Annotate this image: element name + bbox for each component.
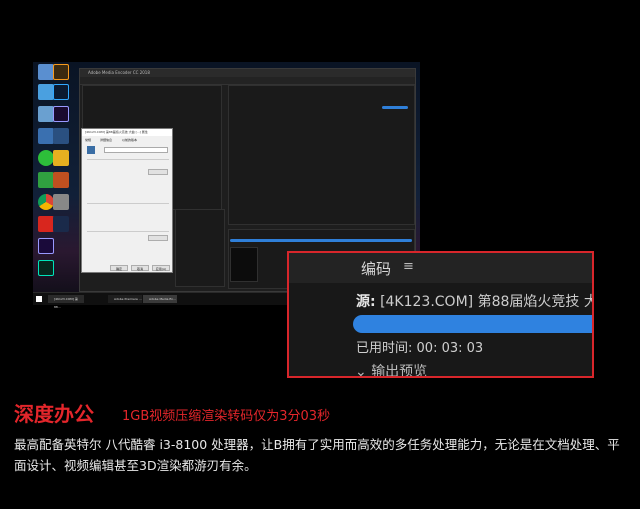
elapsed-label: 已用时间: bbox=[356, 341, 413, 356]
after-effects-icon[interactable] bbox=[38, 238, 54, 254]
encoding-zoom-callout: 编码 ≡ 源: [4K123.COM] 第88届焰火竞技 大曲 已用时间: 00… bbox=[287, 251, 594, 378]
audition-icon[interactable] bbox=[38, 260, 54, 276]
apply-button[interactable]: 应用(A) bbox=[152, 265, 170, 271]
file-type-icon bbox=[87, 146, 95, 154]
desktop-icon-5[interactable] bbox=[53, 128, 69, 144]
tab-general[interactable]: 常规 bbox=[85, 138, 91, 142]
divider bbox=[87, 203, 169, 204]
elapsed-time: 已用时间: 00: 03: 03 bbox=[356, 337, 483, 356]
output-preview-label: 输出预览 bbox=[371, 364, 428, 378]
ok-button[interactable]: 确定 bbox=[110, 265, 128, 271]
taskbar-item-media-encoder[interactable]: Adobe Media En... bbox=[143, 295, 177, 303]
wechat-icon[interactable] bbox=[38, 150, 54, 166]
desktop-icon-10[interactable] bbox=[53, 216, 69, 232]
start-icon[interactable] bbox=[36, 296, 42, 302]
change-button[interactable] bbox=[148, 169, 168, 175]
file-properties-dialog[interactable]: [4K123.COM] 第88届焰火竞技 大曲 [...] 属性 常规 详细信息… bbox=[81, 128, 173, 273]
taskbar-item-premiere[interactable]: Adobe Premiere ... bbox=[108, 295, 142, 303]
cancel-button[interactable]: 取消 bbox=[131, 265, 149, 271]
desktop-icon-9[interactable] bbox=[53, 194, 69, 210]
divider bbox=[87, 159, 169, 160]
preview-thumbnail bbox=[230, 247, 258, 282]
description-paragraph: 最高配备英特尔 八代酷睿 i3-8100 处理器，让B拥有了实用而高效的多任务处… bbox=[14, 437, 620, 473]
tab-details[interactable]: 详细信息 bbox=[100, 138, 112, 142]
desktop-icon-8[interactable] bbox=[53, 172, 69, 188]
taskbar-item-explorer[interactable]: [4K123.COM] 第88... bbox=[48, 295, 84, 309]
window-title: Adobe Media Encoder CC 2018 bbox=[80, 69, 415, 77]
desktop-icon-7[interactable] bbox=[38, 172, 54, 188]
subheadline: 1GB视频压缩渲染转码仅为3分03秒 bbox=[122, 409, 331, 424]
presets-panel[interactable] bbox=[175, 209, 225, 287]
encoding-panel-header bbox=[289, 253, 592, 283]
chrome-icon[interactable] bbox=[38, 194, 54, 210]
queue-progress-bar bbox=[382, 106, 408, 109]
illustrator-icon[interactable] bbox=[53, 64, 69, 80]
advanced-button[interactable] bbox=[148, 235, 168, 241]
dialog-title: [4K123.COM] 第88届焰火竞技 大曲 [...] 属性 bbox=[82, 129, 172, 136]
divider bbox=[87, 231, 169, 232]
desktop-icon-2[interactable] bbox=[38, 84, 54, 100]
desktop-icon-3[interactable] bbox=[38, 106, 54, 122]
file-name-field[interactable] bbox=[104, 147, 168, 153]
source-line: 源: [4K123.COM] 第88届焰火竞技 大曲 bbox=[356, 291, 594, 311]
desktop-icon-4[interactable] bbox=[38, 128, 54, 144]
source-filename: [4K123.COM] 第88届焰火竞技 大曲 bbox=[380, 294, 594, 310]
source-label: 源: bbox=[356, 294, 376, 310]
encoding-progress-bar bbox=[353, 315, 592, 333]
menu-bar[interactable] bbox=[80, 77, 415, 85]
promo-screen: Adobe Media Encoder CC 2018 [4K123.COM] … bbox=[0, 0, 640, 509]
encoding-title: 编码 bbox=[361, 260, 392, 278]
premiere-icon[interactable] bbox=[53, 106, 69, 122]
desktop-icon-6[interactable] bbox=[53, 150, 69, 166]
encoding-progress-bar bbox=[230, 239, 412, 242]
output-preview-toggle[interactable]: ⌄ 输出预览 bbox=[355, 361, 428, 378]
tab-previous-versions[interactable]: 以前的版本 bbox=[122, 138, 137, 142]
photoshop-icon[interactable] bbox=[53, 84, 69, 100]
headline: 深度办公 bbox=[14, 402, 94, 426]
acrobat-icon[interactable] bbox=[38, 216, 54, 232]
desktop-icon-1[interactable] bbox=[38, 64, 54, 80]
elapsed-value: 00: 03: 03 bbox=[416, 341, 484, 356]
hamburger-menu-icon[interactable]: ≡ bbox=[403, 259, 414, 274]
chevron-down-icon: ⌄ bbox=[355, 364, 367, 378]
